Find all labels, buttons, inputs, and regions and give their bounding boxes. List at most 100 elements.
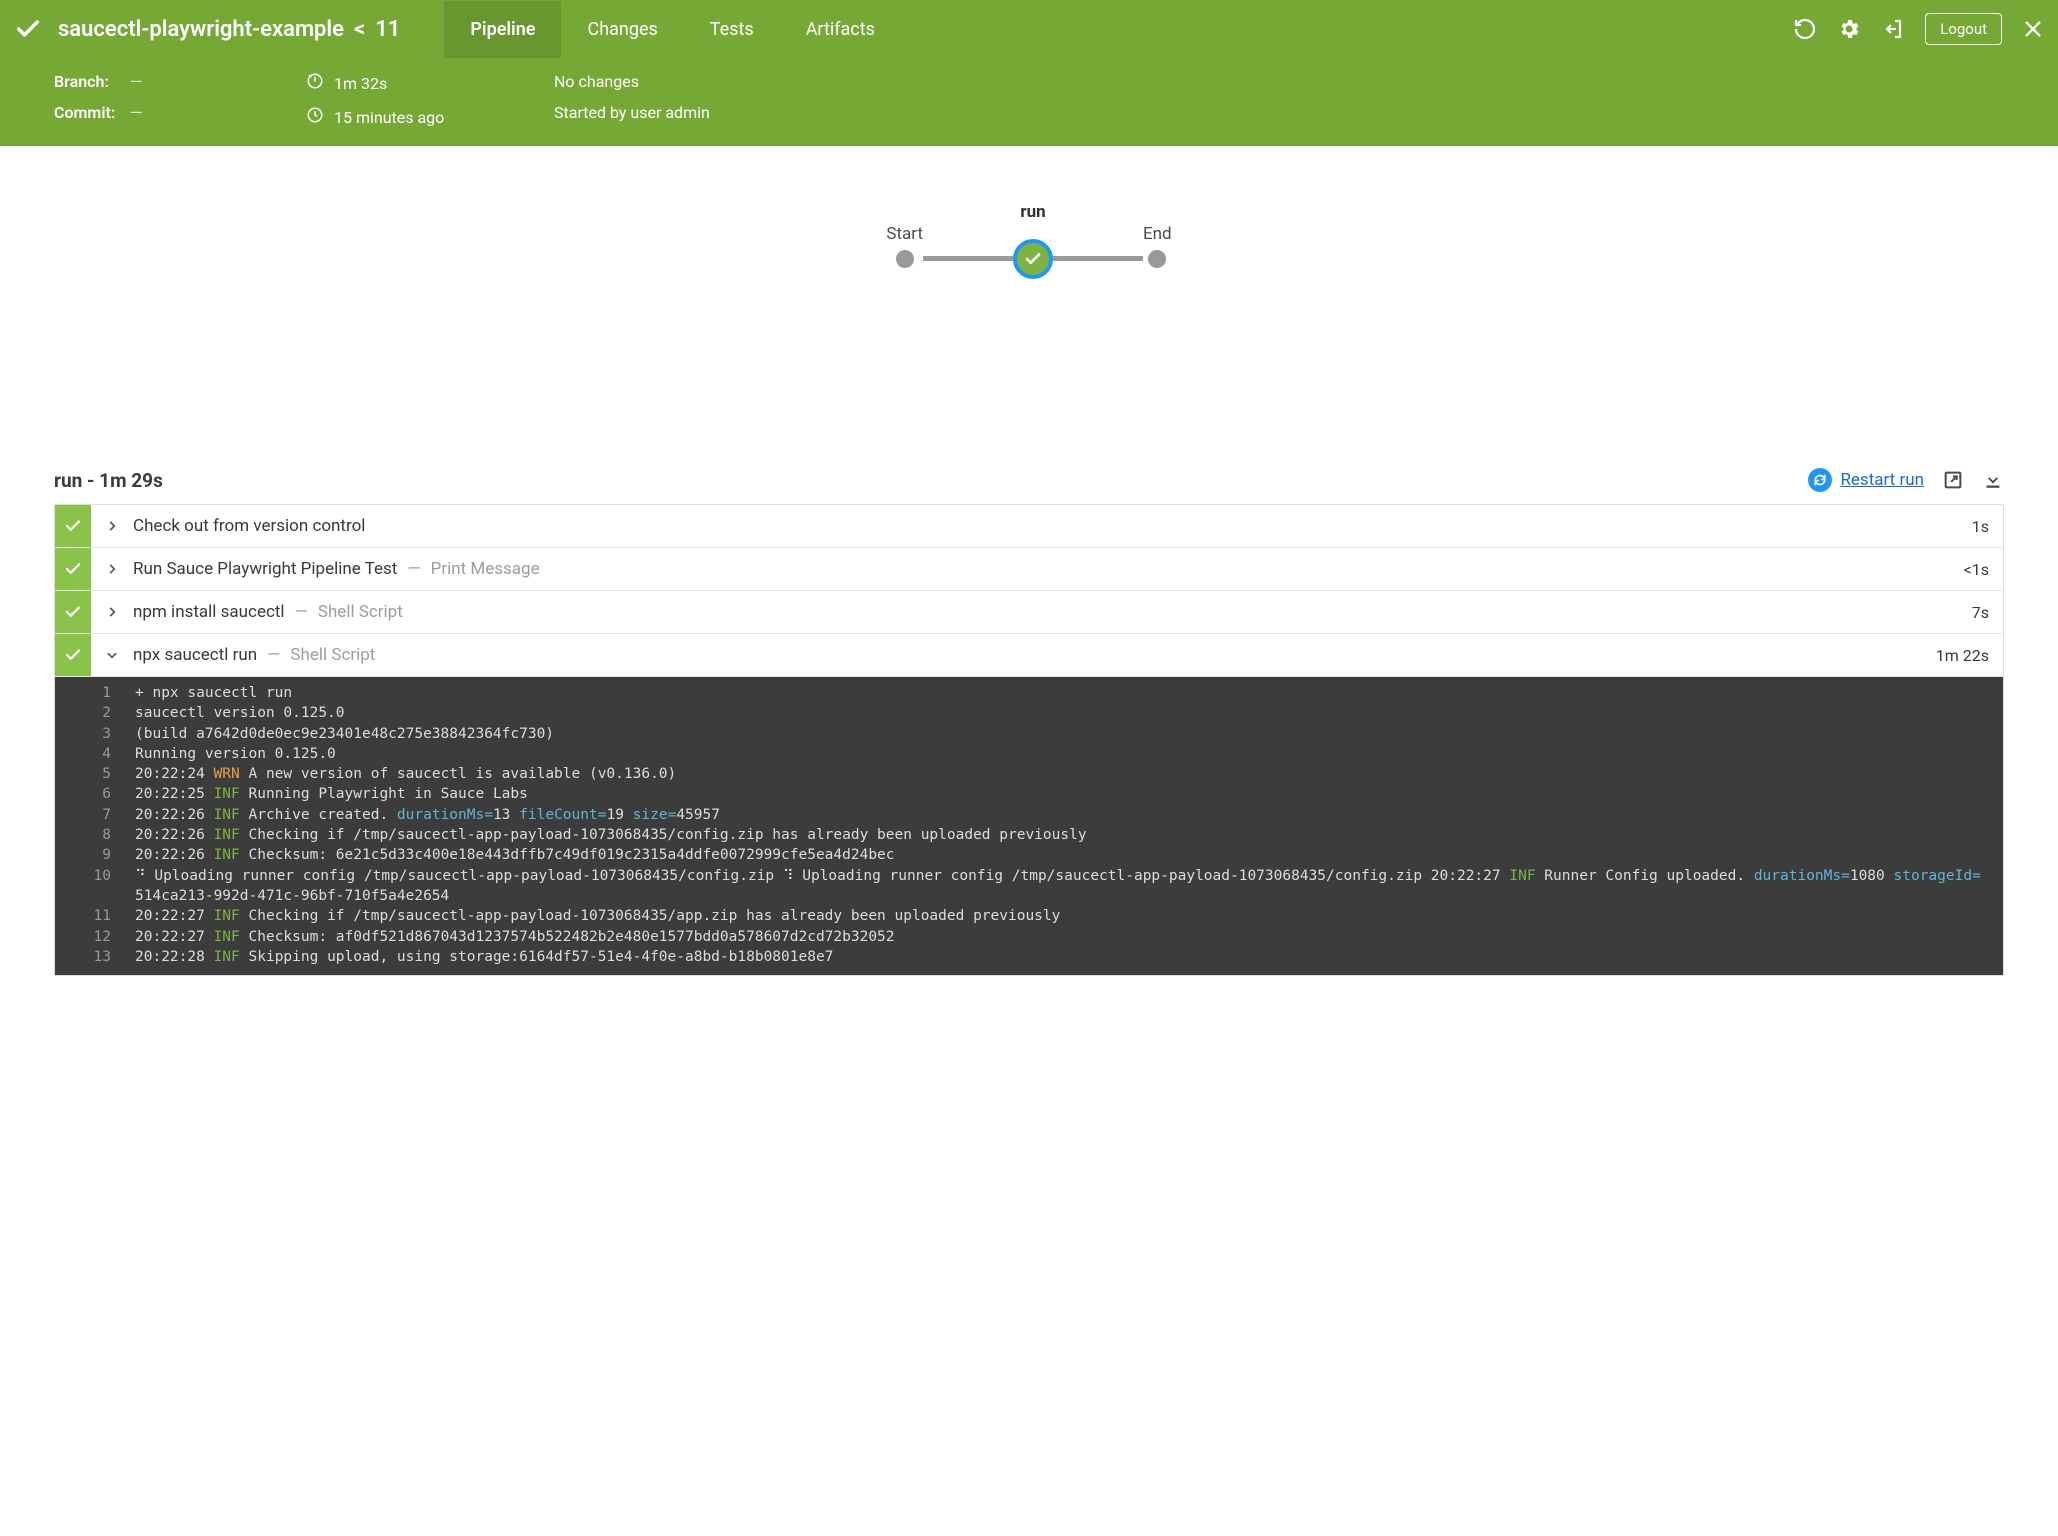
line-number: 13 [55,947,135,967]
step-type: Shell Script [318,602,403,622]
node-end [1148,250,1166,268]
line-number: 6 [55,784,135,804]
stage-end[interactable]: End [1143,224,1172,268]
stage-detail: run - 1m 29s Restart run Check out from … [0,468,2058,976]
tab-tests[interactable]: Tests [684,1,780,58]
node-start [896,250,914,268]
exit-icon[interactable] [1881,17,1905,41]
run-separator: < [354,17,365,42]
stage-start[interactable]: Start [886,224,923,268]
connector [1053,256,1143,261]
console-line: 3(build a7642d0de0ec9e23401e48c275e38842… [55,724,2003,744]
line-text: 20:22:25 INF Running Playwright in Sauce… [135,784,2003,804]
chevron-right-icon [105,562,119,576]
console-line: 720:22:26 INF Archive created. durationM… [55,805,2003,825]
line-number: 4 [55,744,135,764]
chevron-right-icon [105,519,119,533]
step-separator: — [295,602,308,622]
line-text: 20:22:26 INF Archive created. durationMs… [135,805,2003,825]
duration-icon [306,72,324,94]
logout-button[interactable]: Logout [1925,13,2002,45]
step-type: Shell Script [290,645,375,665]
console-line: 2saucectl version 0.125.0 [55,703,2003,723]
tab-artifacts[interactable]: Artifacts [780,1,901,58]
console-line: 1320:22:28 INF Skipping upload, using st… [55,947,2003,967]
duration-value: 1m 32s [334,74,387,93]
stage-run-label: run [1020,202,1045,222]
console-line: 1+ npx saucectl run [55,683,2003,703]
step-name: Run Sauce Playwright Pipeline Test [133,559,397,579]
step-toggle[interactable]: Check out from version control1s [91,505,2003,547]
line-text: 20:22:26 INF Checksum: 6e21c5d33c400e18e… [135,845,2003,865]
console-line: 920:22:26 INF Checksum: 6e21c5d33c400e18… [55,845,2003,865]
rerun-icon[interactable] [1793,17,1817,41]
step-status-icon [55,634,91,676]
header-top: saucectl-playwright-example < 11 Pipelin… [0,0,2058,58]
step-toggle[interactable]: npx saucectl run — Shell Script 1m 22s [91,634,2003,676]
tab-pipeline[interactable]: Pipeline [444,1,561,58]
line-number: 12 [55,927,135,947]
step-status-icon [55,505,91,547]
clock-icon [306,106,324,128]
line-number: 5 [55,764,135,784]
changes-value: No changes [554,72,639,91]
console-line: 1120:22:27 INF Checking if /tmp/saucectl… [55,906,2003,926]
line-number: 8 [55,825,135,845]
node-run [1013,239,1053,279]
step-separator: — [407,559,420,579]
console-line: 820:22:26 INF Checking if /tmp/saucectl-… [55,825,2003,845]
chevron-right-icon [105,605,119,619]
page-title: saucectl-playwright-example < 11 [58,17,400,42]
stage-run[interactable]: run [1013,202,1053,268]
header: saucectl-playwright-example < 11 Pipelin… [0,0,2058,146]
step-duration: 1m 22s [1936,646,1989,665]
header-right: Logout [1793,13,2044,45]
open-newtab-icon[interactable] [1942,469,1964,491]
step-row: Run Sauce Playwright Pipeline Test — Print… [55,548,2003,591]
step-name: npm install saucectl [133,602,285,622]
stage-detail-header: run - 1m 29s Restart run [54,468,2004,492]
gear-icon[interactable] [1837,17,1861,41]
console-line: 620:22:25 INF Running Playwright in Sauc… [55,784,2003,804]
line-number: 2 [55,703,135,723]
step-row: npm install saucectl—Shell Script7s [55,591,2003,634]
pipeline-graph: Start run End [0,146,2058,308]
step-type: Print Message [431,559,540,579]
commit-value: — [130,103,143,122]
line-text: 20:22:27 INF Checking if /tmp/saucectl-a… [135,906,2003,926]
branch-value: — [130,72,143,91]
download-icon[interactable] [1982,469,2004,491]
stage-detail-title: run - 1m 29s [54,469,163,492]
stage-start-label: Start [886,224,923,244]
branch-label: Branch: [54,72,120,91]
tab-changes[interactable]: Changes [561,1,683,58]
step-toggle[interactable]: npm install saucectl—Shell Script7s [91,591,2003,633]
line-text: saucectl version 0.125.0 [135,703,2003,723]
restart-run[interactable]: Restart run [1808,468,1924,492]
line-text: + npx saucectl run [135,683,2003,703]
age-value: 15 minutes ago [334,108,444,127]
job-name[interactable]: saucectl-playwright-example [58,17,344,42]
steps-list: Check out from version control1sRun Sauc… [54,504,2004,976]
chevron-down-icon [105,648,119,662]
step-separator: — [267,645,280,665]
step-toggle[interactable]: Run Sauce Playwright Pipeline Test — Print… [91,548,2003,590]
commit-label: Commit: [54,103,120,122]
step-row: npx saucectl run — Shell Script 1m 22s [55,634,2003,677]
line-number: 7 [55,805,135,825]
run-number: 11 [375,17,400,42]
step-name: npx saucectl run [133,645,257,665]
header-info: Branch: — Commit: — 1m 32s 15 minutes ag… [0,58,2058,146]
close-icon[interactable] [2022,18,2044,40]
step-status-icon [55,591,91,633]
info-col-2: 1m 32s 15 minutes ago [306,72,554,128]
connector [923,256,1013,261]
restart-link[interactable]: Restart run [1840,470,1924,490]
line-number: 9 [55,845,135,865]
step-row: Check out from version control1s [55,505,2003,548]
console-line: 520:22:24 WRN A new version of saucectl … [55,764,2003,784]
step-duration: 1s [1972,517,1989,536]
restart-icon [1808,468,1832,492]
nav-tabs: PipelineChangesTestsArtifacts [444,1,901,58]
console-line: 10⠙ Uploading runner config /tmp/saucect… [55,866,2003,907]
